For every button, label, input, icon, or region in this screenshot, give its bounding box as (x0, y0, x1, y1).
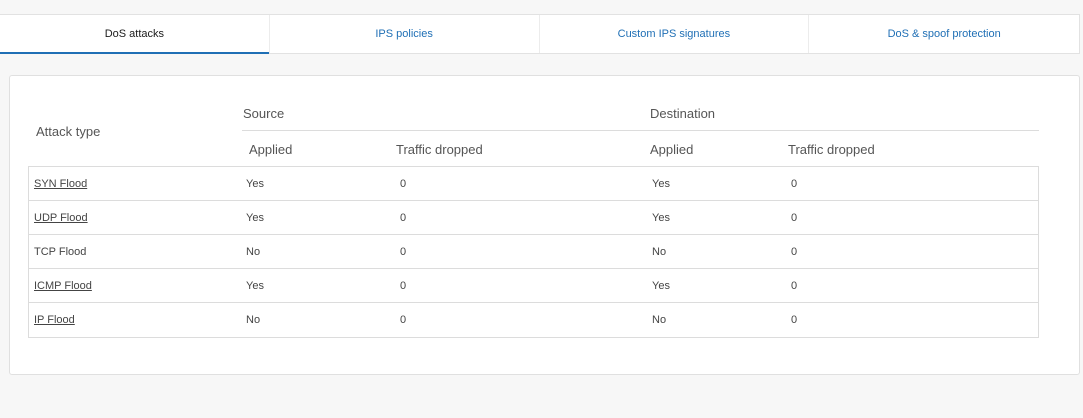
table-row: ICMP Flood Yes 0 Yes 0 (29, 269, 1038, 303)
destination-traffic-dropped-header: Traffic dropped (788, 142, 875, 157)
destination-applied-value: No (652, 314, 667, 326)
destination-dropped-value: 0 (791, 314, 798, 326)
source-dropped-value: 0 (400, 314, 407, 326)
source-applied-value: Yes (246, 212, 264, 224)
destination-dropped-value: 0 (791, 280, 798, 292)
source-applied-value: Yes (246, 280, 264, 292)
source-applied-value: No (246, 314, 261, 326)
tab-dos-attacks[interactable]: DoS attacks (0, 15, 270, 54)
source-applied-header: Applied (249, 142, 293, 157)
attack-type-link[interactable]: ICMP Flood (34, 280, 92, 292)
source-dropped-value: 0 (400, 246, 407, 258)
destination-header: Destination (650, 106, 716, 121)
destination-dropped-value: 0 (791, 178, 798, 190)
tab-ips-policies[interactable]: IPS policies (270, 15, 540, 53)
source-dropped-value: 0 (400, 212, 407, 224)
destination-applied-header: Applied (650, 142, 694, 157)
attack-type-header: Attack type (36, 124, 101, 139)
source-dropped-value: 0 (400, 178, 407, 190)
destination-dropped-value: 0 (791, 212, 798, 224)
source-applied-value: No (246, 246, 261, 258)
tab-bar: DoS attacks IPS policies Custom IPS sign… (0, 14, 1080, 54)
attack-type-link[interactable]: UDP Flood (34, 212, 88, 224)
header-divider (242, 130, 1039, 131)
table-row: IP Flood No 0 No 0 (29, 303, 1038, 337)
source-header: Source (243, 106, 285, 121)
attack-type-label: TCP Flood (34, 246, 87, 258)
destination-applied-value: Yes (652, 280, 670, 292)
source-traffic-dropped-header: Traffic dropped (396, 142, 483, 157)
destination-applied-value: No (652, 246, 667, 258)
attack-table-body: SYN Flood Yes 0 Yes 0 UDP Flood Yes 0 Ye… (28, 166, 1039, 338)
attack-type-link[interactable]: SYN Flood (34, 178, 87, 190)
attack-type-link[interactable]: IP Flood (34, 314, 75, 326)
table-row: UDP Flood Yes 0 Yes 0 (29, 201, 1038, 235)
tab-custom-ips-signatures[interactable]: Custom IPS signatures (540, 15, 810, 53)
destination-applied-value: Yes (652, 178, 670, 190)
destination-applied-value: Yes (652, 212, 670, 224)
source-dropped-value: 0 (400, 280, 407, 292)
dos-attacks-panel: Attack type Source Destination Applied T… (9, 75, 1080, 375)
table-row: TCP Flood No 0 No 0 (29, 235, 1038, 269)
table-row: SYN Flood Yes 0 Yes 0 (29, 167, 1038, 201)
tab-dos-spoof-protection[interactable]: DoS & spoof protection (809, 15, 1079, 53)
destination-dropped-value: 0 (791, 246, 798, 258)
source-applied-value: Yes (246, 178, 264, 190)
